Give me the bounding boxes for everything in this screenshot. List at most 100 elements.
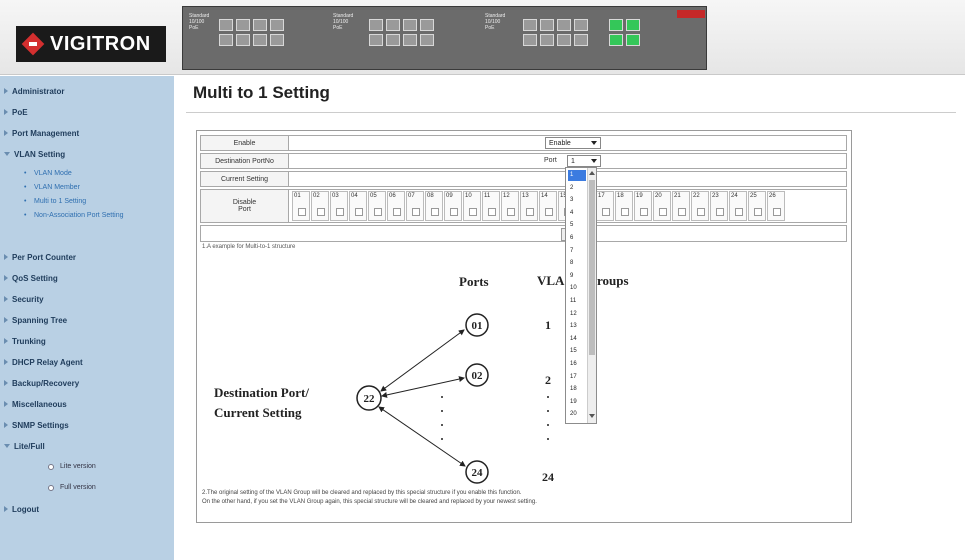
- sidebar-subitem-vlan-mode[interactable]: • VLAN Mode: [24, 169, 164, 178]
- disable-port-checkbox[interactable]: [317, 208, 325, 216]
- sidebar-item-label: QoS Setting: [12, 273, 58, 283]
- sidebar-item-miscellaneous[interactable]: Miscellaneous: [0, 398, 174, 410]
- disable-port-checkbox[interactable]: [431, 208, 439, 216]
- group-number-1: 1: [545, 318, 551, 332]
- sidebar-item-backup-recovery[interactable]: Backup/Recovery: [0, 377, 174, 389]
- sidebar-item-label: Security: [12, 294, 44, 304]
- disable-port-cell: 14: [539, 191, 557, 221]
- radio-icon[interactable]: [48, 484, 54, 491]
- disable-port-checkbox[interactable]: [412, 208, 420, 216]
- destination-port-text: Destination Port/: [214, 385, 309, 400]
- disable-port-checkbox[interactable]: [298, 208, 306, 216]
- dropdown-option[interactable]: 15: [568, 346, 586, 357]
- sidebar-subitem-non-association[interactable]: • Non-Association Port Setting: [24, 211, 164, 220]
- scrollbar-thumb[interactable]: [589, 180, 595, 355]
- disable-port-cell: 24: [729, 191, 747, 221]
- disable-port-checkbox[interactable]: [754, 208, 762, 216]
- sidebar-item-spanning-tree[interactable]: Spanning Tree: [0, 314, 174, 326]
- sidebar-item-dhcp-relay-agent[interactable]: DHCP Relay Agent: [0, 356, 174, 368]
- dropdown-option[interactable]: 19: [568, 397, 586, 408]
- dropdown-option[interactable]: 12: [568, 309, 586, 320]
- switch-front-panel: Standard 10/100 PoE Standard 10/100 PoE …: [182, 6, 707, 70]
- arrow-to-port-01: [380, 329, 465, 392]
- disable-port-checkbox[interactable]: [602, 208, 610, 216]
- enable-select[interactable]: Enable: [545, 137, 601, 149]
- dropdown-option[interactable]: 3: [568, 195, 586, 206]
- dropdown-option[interactable]: 2: [568, 183, 586, 194]
- destination-port-select[interactable]: 1: [567, 155, 601, 167]
- dropdown-option[interactable]: 14: [568, 334, 586, 345]
- disable-port-checkbox[interactable]: [374, 208, 382, 216]
- disable-port-checkbox[interactable]: [488, 208, 496, 216]
- current-setting-label: Current Setting: [201, 172, 289, 186]
- disable-port-checkbox[interactable]: [640, 208, 648, 216]
- disable-port-checkbox[interactable]: [355, 208, 363, 216]
- app-root: VIGITRON Standard 10/100 PoE Standard 10…: [0, 0, 965, 560]
- sidebar-item-snmp-settings[interactable]: SNMP Settings: [0, 419, 174, 431]
- sidebar-item-administrator[interactable]: Administrator: [0, 85, 174, 97]
- disable-port-checkbox[interactable]: [659, 208, 667, 216]
- disable-port-cell: 11: [482, 191, 500, 221]
- disable-port-checkbox[interactable]: [697, 208, 705, 216]
- dropdown-option[interactable]: 18: [568, 384, 586, 395]
- dropdown-scrollbar[interactable]: [587, 168, 596, 423]
- sidebar-subitem-multi-to-1[interactable]: • Multi to 1 Setting: [24, 197, 164, 206]
- dropdown-option[interactable]: 10: [568, 283, 586, 294]
- disable-port-checkbox[interactable]: [545, 208, 553, 216]
- disable-port-checkbox[interactable]: [469, 208, 477, 216]
- scroll-up-arrow-icon[interactable]: [589, 171, 595, 175]
- radio-icon[interactable]: [48, 463, 54, 470]
- dropdown-option[interactable]: 17: [568, 372, 586, 383]
- dropdown-option[interactable]: 9: [568, 271, 586, 282]
- sidebar-item-poe[interactable]: PoE: [0, 106, 174, 118]
- port-prefix: Port: [544, 157, 557, 164]
- dropdown-option[interactable]: 11: [568, 296, 586, 307]
- sidebar-item-port-management[interactable]: Port Management: [0, 127, 174, 139]
- disable-port-checkbox[interactable]: [450, 208, 458, 216]
- sidebar-item-security[interactable]: Security: [0, 293, 174, 305]
- vlan-groups-header-end: roups: [597, 273, 629, 288]
- sidebar-item-logout[interactable]: Logout: [0, 503, 174, 515]
- disable-port-cell: 03: [330, 191, 348, 221]
- disable-port-checkbox[interactable]: [678, 208, 686, 216]
- disable-port-number: 12: [503, 193, 510, 199]
- triangle-right-icon: [4, 359, 8, 365]
- disable-port-checkbox[interactable]: [716, 208, 724, 216]
- disable-port-number: 05: [370, 193, 377, 199]
- disable-port-checkbox[interactable]: [393, 208, 401, 216]
- sidebar-item-label: SNMP Settings: [12, 420, 69, 430]
- dropdown-option[interactable]: 7: [568, 246, 586, 257]
- dropdown-option[interactable]: 20: [568, 409, 586, 420]
- disable-port-checkbox[interactable]: [735, 208, 743, 216]
- scroll-down-arrow-icon[interactable]: [589, 414, 595, 418]
- sidebar-item-trunking[interactable]: Trunking: [0, 335, 174, 347]
- disable-port-checkbox[interactable]: [336, 208, 344, 216]
- triangle-right-icon: [4, 380, 8, 386]
- disable-port-number: 22: [693, 193, 700, 199]
- disable-port-checkbox[interactable]: [526, 208, 534, 216]
- dropdown-option[interactable]: 8: [568, 258, 586, 269]
- sidebar-item-qos-setting[interactable]: QoS Setting: [0, 272, 174, 284]
- sidebar-item-per-port-counter[interactable]: Per Port Counter: [0, 251, 174, 263]
- sidebar-nav: Administrator PoE Port Management VLAN S…: [0, 76, 174, 560]
- port-dropdown-list[interactable]: 1 2 3 4 5 6 7 8 9 10 11 12 13 14 15 16 17 18 19 20: [565, 167, 597, 424]
- dropdown-option[interactable]: 13: [568, 321, 586, 332]
- sidebar-item-lite-full[interactable]: Lite/Full: [0, 440, 174, 452]
- triangle-down-icon: [4, 152, 10, 156]
- disable-port-checkbox[interactable]: [507, 208, 515, 216]
- dropdown-option[interactable]: 5: [568, 220, 586, 231]
- full-version-option[interactable]: Full version: [48, 484, 96, 491]
- dropdown-option[interactable]: 4: [568, 208, 586, 219]
- disable-port-cell: 12: [501, 191, 519, 221]
- dropdown-option[interactable]: 6: [568, 233, 586, 244]
- sidebar-item-vlan-setting[interactable]: VLAN Setting: [0, 148, 174, 160]
- dropdown-option[interactable]: 16: [568, 359, 586, 370]
- panel-brand-badge: [677, 10, 705, 18]
- disable-port-checkbox[interactable]: [773, 208, 781, 216]
- lite-version-option[interactable]: Lite version: [48, 463, 96, 470]
- ellipsis-dots: [441, 396, 549, 440]
- disable-port-checkbox[interactable]: [621, 208, 629, 216]
- dropdown-option[interactable]: 1: [568, 170, 586, 181]
- sidebar-subitem-vlan-member[interactable]: • VLAN Member: [24, 183, 164, 192]
- sidebar-item-label: Lite/Full: [14, 441, 45, 451]
